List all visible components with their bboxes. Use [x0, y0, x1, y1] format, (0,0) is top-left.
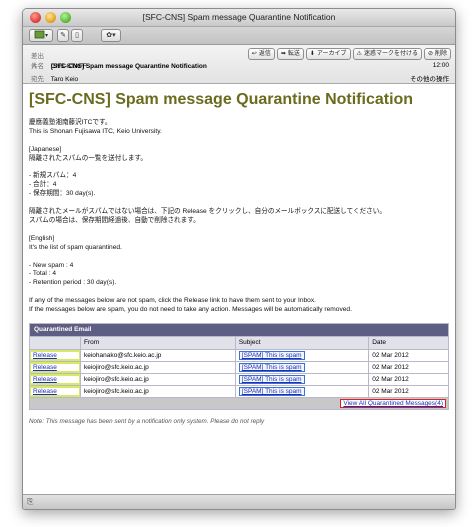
message-header: 差出人 CNS-STAFF 件名 [SFC-CNS] Spam message …	[23, 45, 455, 84]
window-title: [SFC-CNS] Spam message Quarantine Notifi…	[142, 12, 336, 22]
table-row: Release keiojiro@sfc.keio.ac.jp [SPAM] T…	[29, 384, 449, 398]
view-all-row: View All Quarantined Messages(4)	[29, 396, 449, 410]
edit-icon[interactable]: ✎	[57, 29, 69, 42]
release-link[interactable]: Release	[31, 375, 79, 383]
mail-window: [SFC-CNS] Spam message Quarantine Notifi…	[22, 8, 456, 510]
table-header-row: From Subject Date	[29, 335, 449, 350]
quarantine-table: Quarantined Email From Subject Date Rele…	[29, 322, 449, 410]
column-header-from: From	[80, 335, 236, 350]
reply-icon: ↩	[251, 51, 257, 57]
forward-button[interactable]: ➡ 転送	[276, 48, 304, 60]
view-all-cell: View All Quarantined Messages(4)	[29, 396, 449, 410]
table-row: Release keiohanako@sfc.keio.ac.jp [SPAM]…	[29, 348, 449, 362]
subject-link[interactable]: [SPAM] This is spam	[238, 386, 305, 396]
new-message-button[interactable]: ▾	[29, 29, 53, 42]
notification-text: 慶應義塾湘南藤沢ITCです。 This is Shonan Fujisawa I…	[29, 119, 386, 314]
release-link[interactable]: Release	[31, 363, 79, 371]
from-cell: keiohanako@sfc.keio.ac.jp	[80, 348, 236, 362]
junk-button[interactable]: ⚠ 迷惑マークを付ける	[352, 48, 422, 60]
from-cell: keiojiro@sfc.keio.ac.jp	[80, 384, 236, 398]
release-cell: Release	[29, 348, 81, 362]
date-cell: 02 Mar 2012	[368, 360, 449, 374]
subject-cell: [SPAM] This is spam	[234, 348, 370, 362]
subject-cell: [SPAM] This is spam	[234, 384, 370, 398]
date-cell: 02 Mar 2012	[368, 372, 449, 386]
subject-value: [SFC-CNS] Spam message Quarantine Notifi…	[50, 63, 207, 70]
to-label: 宛先	[31, 76, 44, 83]
header-actions: ↩ 返信 ➡ 転送 ⬇ アーカイブ ⚠ 迷惑マークを付ける ⊘ 削除	[247, 48, 451, 60]
subject-link[interactable]: [SPAM] This is spam	[238, 374, 305, 384]
date-cell: 02 Mar 2012	[368, 348, 449, 362]
subject-cell: [SPAM] This is spam	[234, 360, 370, 374]
footer-note: Note: This message has been sent by a no…	[29, 417, 265, 425]
subject-label: 件名	[31, 63, 44, 70]
archive-icon: ⬇	[309, 51, 315, 57]
delete-icon: ⊘	[427, 51, 433, 57]
other-actions-menu[interactable]: その他の操作	[410, 73, 449, 83]
subject-link[interactable]: [SPAM] This is spam	[238, 362, 305, 372]
message-body: [SFC-CNS] Spam message Quarantine Notifi…	[23, 85, 455, 495]
release-link[interactable]: Release	[31, 351, 79, 359]
compose-icon: ▾	[34, 30, 48, 39]
toolbar: ▾ ✎ ▯ ✿▾	[23, 27, 455, 45]
message-time: 12:00	[432, 62, 449, 69]
junk-icon: ⚠	[356, 51, 362, 57]
date-cell: 02 Mar 2012	[368, 384, 449, 398]
notification-title: [SFC-CNS] Spam message Quarantine Notifi…	[29, 91, 414, 108]
column-header	[29, 335, 81, 350]
title-bar[interactable]: [SFC-CNS] Spam message Quarantine Notifi…	[23, 9, 455, 27]
notes-icon[interactable]: ▯	[71, 29, 83, 42]
from-cell: keiojiro@sfc.keio.ac.jp	[80, 372, 236, 386]
subject-row: 件名 [SFC-CNS] Spam message Quarantine Not…	[31, 60, 207, 70]
release-cell: Release	[29, 360, 81, 374]
table-row: Release keiojiro@sfc.keio.ac.jp [SPAM] T…	[29, 360, 449, 374]
reply-button[interactable]: ↩ 返信	[247, 48, 275, 60]
column-header-subject: Subject	[234, 335, 370, 350]
to-value[interactable]: Taro Keio	[51, 76, 78, 83]
release-cell: Release	[29, 384, 81, 398]
status-bar: ⎘	[23, 494, 455, 509]
archive-button[interactable]: ⬇ アーカイブ	[305, 48, 351, 60]
release-link[interactable]: Release	[31, 387, 79, 395]
subject-link[interactable]: [SPAM] This is spam	[238, 350, 305, 360]
attachment-icon[interactable]: ⎘	[27, 497, 33, 507]
from-cell: keiojiro@sfc.keio.ac.jp	[80, 360, 236, 374]
svg-text:▾: ▾	[45, 33, 48, 39]
delete-button[interactable]: ⊘ 削除	[423, 48, 451, 60]
view-all-link[interactable]: View All Quarantined Messages(4)	[340, 398, 446, 408]
table-row: Release keiojiro@sfc.keio.ac.jp [SPAM] T…	[29, 372, 449, 386]
forward-icon: ➡	[280, 51, 286, 57]
to-row: 宛先 Taro Keio	[31, 73, 78, 83]
subject-cell: [SPAM] This is spam	[234, 372, 370, 386]
tag-icon[interactable]: ✿▾	[101, 29, 121, 42]
table-caption: Quarantined Email	[29, 322, 449, 337]
column-header-date: Date	[368, 335, 449, 350]
release-cell: Release	[29, 372, 81, 386]
